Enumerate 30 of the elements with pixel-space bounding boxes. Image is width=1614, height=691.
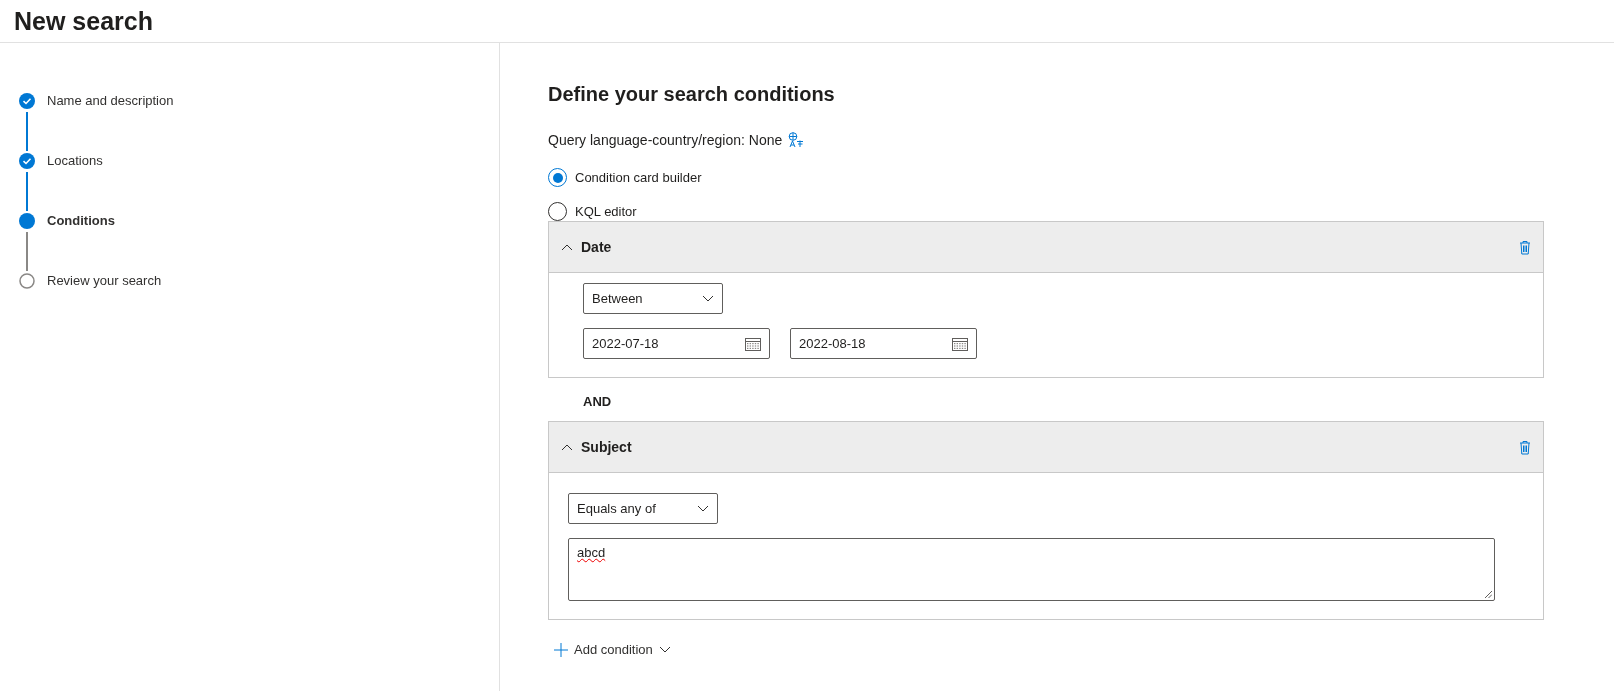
chevron-icon [561,243,573,251]
radio-label: Condition card builder [575,170,702,185]
page-title: New search [14,6,153,36]
translate-icon[interactable] [788,132,805,148]
query-language-text: Query language-country/region: None [548,132,783,148]
date-field[interactable]: 2022-07-18 [583,328,770,359]
card-title: Date [581,239,613,255]
chevron-down-icon [658,646,671,653]
delete-icon[interactable] [1519,439,1531,455]
date-field[interactable]: 2022-08-18 [790,328,977,359]
radio-label: KQL editor [575,204,637,219]
step-label: Conditions [47,213,115,229]
chevron-down-icon [702,295,714,302]
section-heading: Define your search conditions [548,83,836,106]
card-title: Subject [581,439,633,455]
operator-dropdown[interactable]: Between [583,283,723,314]
text-area[interactable]: abcd [568,538,1495,601]
calendar-icon[interactable] [952,336,968,351]
chevron-down-icon [697,505,709,512]
resize-grip-icon[interactable] [1484,590,1492,598]
calendar-icon[interactable] [745,336,761,351]
step-label: Name and description [47,93,174,109]
joiner-label: AND [583,394,613,409]
step-label: Review your search [47,273,162,289]
add-condition-button[interactable]: Add condition [548,642,671,657]
operator-dropdown[interactable]: Equals any of [568,493,718,524]
chevron-icon [561,443,573,451]
plus-icon [554,642,568,657]
delete-icon[interactable] [1519,239,1531,255]
step-label: Locations [47,153,103,169]
